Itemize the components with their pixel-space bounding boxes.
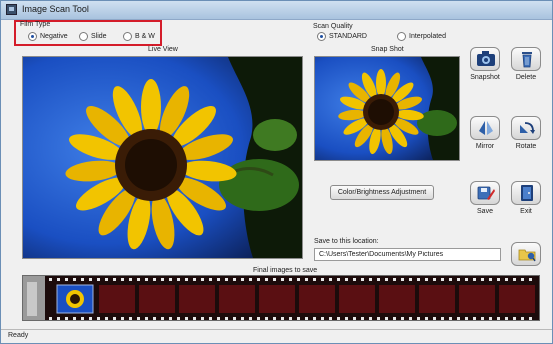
live-view-label: Live View <box>148 46 178 53</box>
rotate-icon <box>520 122 535 134</box>
title-bar[interactable]: Image Scan Tool <box>1 1 552 20</box>
final-images-filmstrip <box>22 275 540 321</box>
delete-button-label: Delete <box>515 74 537 81</box>
app-icon <box>6 4 17 15</box>
color-brightness-adjustment-button[interactable]: Color/Brightness Adjustment <box>330 185 434 200</box>
exit-button[interactable] <box>511 181 541 205</box>
radio-interpolated-label[interactable]: Interpolated <box>409 33 446 40</box>
radio-negative[interactable] <box>28 32 37 41</box>
final-images-label: Final images to save <box>253 267 318 274</box>
radio-slide[interactable] <box>79 32 88 41</box>
status-text: Ready <box>8 332 29 339</box>
snapshot-button[interactable] <box>470 47 500 71</box>
status-bar: Ready <box>1 329 552 343</box>
radio-standard-label[interactable]: STANDARD <box>329 33 367 40</box>
save-location-label: Save to this location: <box>314 238 379 245</box>
rotate-button[interactable] <box>511 116 541 140</box>
window-title: Image Scan Tool <box>22 4 89 14</box>
exit-icon <box>521 185 533 201</box>
save-button[interactable] <box>470 181 500 205</box>
live-view-image <box>23 57 302 258</box>
radio-bw[interactable] <box>123 32 132 41</box>
radio-slide-label[interactable]: Slide <box>91 33 107 40</box>
folder-icon <box>518 249 536 262</box>
mirror-button[interactable] <box>470 116 500 140</box>
snapshot-panel-label: Snap Shot <box>371 46 404 53</box>
scan-quality-label: Scan Quality <box>313 23 353 30</box>
save-location-input[interactable] <box>314 248 501 261</box>
radio-standard[interactable] <box>317 32 326 41</box>
film-type-label: Film Type <box>20 21 51 28</box>
live-view-panel <box>22 56 303 259</box>
camera-icon <box>477 51 495 66</box>
delete-button[interactable] <box>511 47 541 71</box>
mirror-icon <box>479 121 493 135</box>
trash-icon <box>522 52 532 68</box>
browse-folder-button[interactable] <box>511 242 541 266</box>
radio-interpolated[interactable] <box>397 32 406 41</box>
radio-negative-label[interactable]: Negative <box>40 33 68 40</box>
snapshot-image <box>315 57 459 160</box>
app-window: Image Scan Tool Film Type Negative Slide… <box>0 0 553 344</box>
snapshot-panel <box>314 56 460 161</box>
save-icon <box>477 186 495 200</box>
radio-bw-label[interactable]: B & W <box>135 33 155 40</box>
rotate-button-label: Rotate <box>515 143 537 150</box>
exit-button-label: Exit <box>520 208 532 215</box>
filmstrip-graphic <box>23 276 539 320</box>
